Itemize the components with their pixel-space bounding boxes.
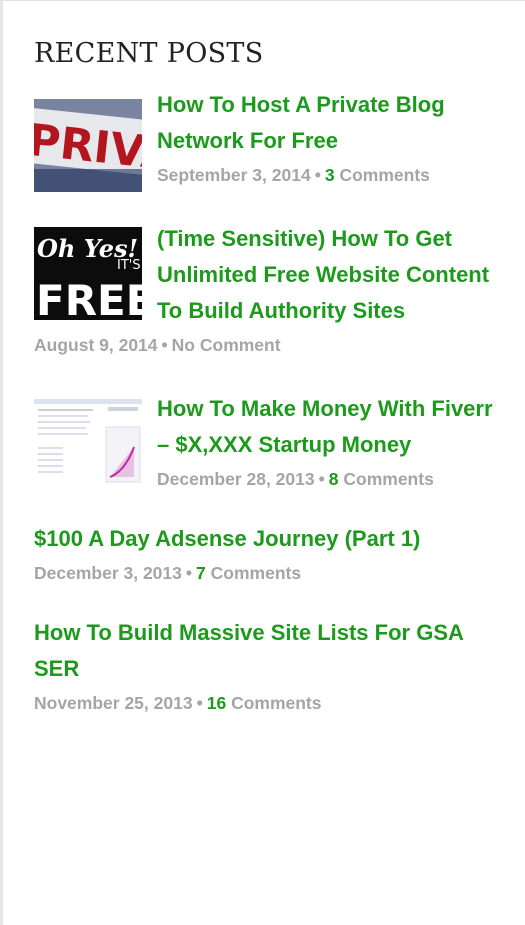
post-date: December 3, 2013 bbox=[34, 563, 182, 583]
its-text: IT'S bbox=[117, 258, 141, 273]
post-meta: November 25, 2013 • 16 Comments bbox=[34, 687, 494, 719]
post-title-link[interactable]: $100 A Day Adsense Journey (Part 1) bbox=[34, 521, 494, 557]
post-item: How To Build Massive Site Lists For GSA … bbox=[34, 615, 494, 719]
post-meta: December 3, 2013 • 7 Comments bbox=[34, 557, 494, 589]
comments-label: Comments bbox=[343, 469, 434, 489]
post-date: December 28, 2013 bbox=[157, 469, 315, 489]
post-thumbnail-private[interactable]: PRIVA bbox=[34, 99, 142, 192]
post-date: August 9, 2014 bbox=[34, 335, 158, 355]
no-comment-link[interactable]: No Comment bbox=[172, 335, 281, 355]
comment-count-link[interactable]: 16 bbox=[207, 693, 226, 713]
private-sign-image: PRIVA bbox=[34, 99, 142, 192]
top-border bbox=[0, 0, 525, 1]
free-text: FREE bbox=[36, 276, 142, 320]
widget-title: RECENT POSTS bbox=[34, 38, 264, 69]
post-thumbnail-free[interactable]: Oh Yes! IT'S FREE bbox=[34, 227, 142, 320]
post-title-link[interactable]: How To Host A Private Blog Network For F… bbox=[157, 87, 494, 159]
post-item: $100 A Day Adsense Journey (Part 1) Dece… bbox=[34, 521, 494, 589]
meta-separator: • bbox=[196, 693, 203, 713]
post-item: PRIVA How To Host A Private Blog Network… bbox=[34, 87, 494, 192]
post-title-link[interactable]: (Time Sensitive) How To Get Unlimited Fr… bbox=[157, 221, 494, 329]
meta-separator: • bbox=[318, 469, 325, 489]
spreadsheet-screenshot-image bbox=[34, 397, 142, 490]
meta-separator: • bbox=[314, 165, 321, 185]
comments-label: Comments bbox=[339, 165, 430, 185]
post-meta: December 28, 2013 • 8 Comments bbox=[157, 463, 494, 495]
post-date: November 25, 2013 bbox=[34, 693, 193, 713]
post-item: How To Make Money With Fiverr – $X,XXX S… bbox=[34, 391, 494, 495]
comment-count-link[interactable]: 7 bbox=[196, 563, 206, 583]
comments-label: Comments bbox=[210, 563, 302, 583]
meta-separator: • bbox=[161, 335, 168, 355]
recent-posts-widget: RECENT POSTS PRIVA How To Host A Private… bbox=[34, 38, 494, 719]
post-meta: September 3, 2014 • 3 Comments bbox=[157, 159, 494, 191]
post-item: Oh Yes! IT'S FREE (Time Sensitive) How T… bbox=[34, 221, 494, 361]
comments-label: Comments bbox=[231, 693, 322, 713]
comment-count-link[interactable]: 8 bbox=[329, 469, 339, 489]
meta-separator: • bbox=[185, 563, 193, 583]
post-title-link[interactable]: How To Build Massive Site Lists For GSA … bbox=[34, 615, 494, 687]
post-meta: August 9, 2014 • No Comment bbox=[34, 329, 494, 361]
comment-count-link[interactable]: 3 bbox=[325, 165, 335, 185]
post-date: September 3, 2014 bbox=[157, 165, 311, 185]
oh-yes-free-image: Oh Yes! IT'S FREE bbox=[34, 227, 142, 320]
post-thumbnail-fiverr[interactable] bbox=[34, 397, 142, 490]
post-title-link[interactable]: How To Make Money With Fiverr – $X,XXX S… bbox=[157, 391, 494, 463]
left-border bbox=[0, 0, 3, 925]
